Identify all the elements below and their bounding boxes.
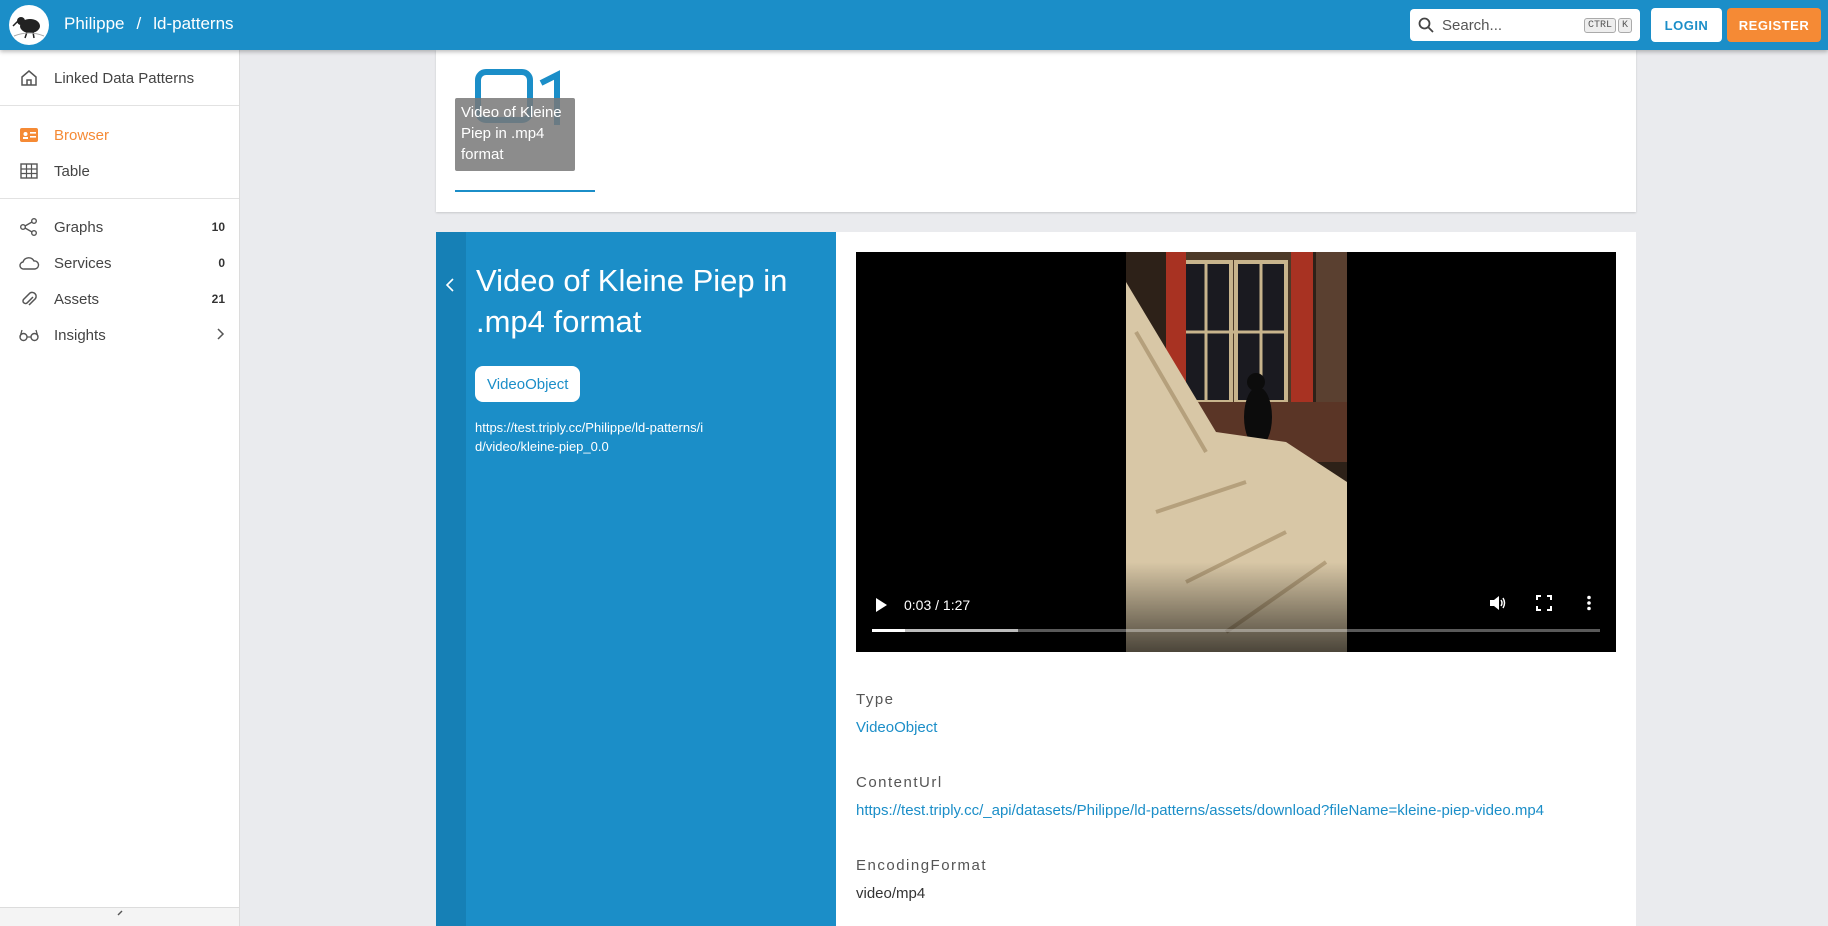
graphs-icon xyxy=(18,216,40,238)
sidebar-item-assets[interactable]: Assets 21 xyxy=(0,281,239,317)
home-icon xyxy=(18,67,40,89)
breadcrumb-owner[interactable]: Philippe xyxy=(64,14,125,34)
sidebar-item-label: Table xyxy=(54,162,90,180)
sidebar-item-services[interactable]: Services 0 xyxy=(0,245,239,281)
glasses-icon xyxy=(18,324,40,346)
divider xyxy=(0,105,239,106)
video-played xyxy=(872,629,905,632)
chevron-left-icon xyxy=(445,277,455,298)
shortcut-key: K xyxy=(1617,17,1632,33)
chevron-left-icon xyxy=(117,910,122,916)
resource-title: Video of Kleine Piep in .mp4 format xyxy=(476,263,788,339)
sidebar-item-table[interactable]: Table xyxy=(0,153,239,189)
sidebar-item-label: Insights xyxy=(54,326,106,344)
breadcrumb: Philippe / ld-patterns xyxy=(64,14,234,34)
property-value-encodingformat: video/mp4 xyxy=(856,885,926,902)
thumbnail-selected-indicator xyxy=(455,190,595,192)
video-time: 0:03 / 1:27 xyxy=(904,597,971,613)
volume-icon[interactable] xyxy=(1489,595,1507,616)
resource-detail-card: Video of Kleine Piep in .mp4 format Vide… xyxy=(436,232,1636,926)
breadcrumb-separator: / xyxy=(136,14,142,33)
chevron-right-icon xyxy=(215,327,225,344)
sidebar-item-label: Linked Data Patterns xyxy=(54,69,195,87)
services-count: 0 xyxy=(218,256,225,270)
search-placeholder: Search... xyxy=(1442,16,1503,34)
fullscreen-icon[interactable] xyxy=(1536,595,1552,616)
search-icon xyxy=(1418,17,1434,33)
kiwi-logo-icon[interactable] xyxy=(9,5,49,45)
property-key-contenturl: ContentUrl xyxy=(856,774,943,791)
thumbnail-caption: Video of Kleine Piep in .mp4 format xyxy=(455,98,575,171)
register-button[interactable]: REGISTER xyxy=(1727,8,1821,42)
assets-count: 21 xyxy=(211,292,225,306)
property-value-contenturl[interactable]: https://test.triply.cc/_api/datasets/Phi… xyxy=(856,802,1544,819)
collapse-sidebar-button[interactable] xyxy=(0,907,239,926)
sidebar-item-graphs[interactable]: Graphs 10 xyxy=(0,209,239,245)
video-player[interactable]: 0:03 / 1:27 xyxy=(856,252,1616,652)
sidebar-item-label: Browser xyxy=(54,126,110,144)
sidebar-item-insights[interactable]: Insights xyxy=(0,317,239,353)
breadcrumb-dataset[interactable]: ld-patterns xyxy=(153,14,233,34)
collapse-panel-button[interactable] xyxy=(436,232,466,926)
divider xyxy=(0,198,239,199)
resource-iri[interactable]: https://test.triply.cc/Philippe/ld-patte… xyxy=(475,418,705,456)
cloud-icon xyxy=(18,252,40,274)
thumbnail-item[interactable]: Video of Kleine Piep in .mp4 format xyxy=(455,69,577,173)
shortcut-ctrl: CTRL xyxy=(1583,17,1616,33)
video-progress-bar[interactable] xyxy=(872,629,1600,632)
table-icon xyxy=(18,160,40,182)
sidebar-item-linked-data-patterns[interactable]: Linked Data Patterns xyxy=(0,60,239,96)
browser-icon xyxy=(18,124,40,146)
property-key-type: Type xyxy=(856,691,895,708)
resource-header-panel: Video of Kleine Piep in .mp4 format Vide… xyxy=(436,232,836,926)
play-icon[interactable] xyxy=(874,597,888,618)
sidebar-item-label: Assets xyxy=(54,290,100,308)
asset-thumbnail-strip: Video of Kleine Piep in .mp4 format xyxy=(436,50,1636,212)
graphs-count: 10 xyxy=(211,220,225,234)
type-chip[interactable]: VideoObject xyxy=(475,366,581,402)
sidebar-item-label: Services xyxy=(54,254,112,272)
property-value-type[interactable]: VideoObject xyxy=(856,719,937,736)
sidebar: Linked Data Patterns Browser Table Graph… xyxy=(0,50,240,926)
paperclip-icon xyxy=(18,288,40,310)
property-key-encodingformat: EncodingFormat xyxy=(856,857,988,874)
login-button[interactable]: LOGIN xyxy=(1651,8,1722,42)
sidebar-item-browser[interactable]: Browser xyxy=(0,117,239,153)
sidebar-item-label: Graphs xyxy=(54,218,104,236)
more-options-icon[interactable] xyxy=(1586,595,1592,616)
search-input[interactable]: Search... CTRL K xyxy=(1410,9,1640,41)
top-bar: Philippe / ld-patterns Search... CTRL K … xyxy=(0,0,1828,50)
